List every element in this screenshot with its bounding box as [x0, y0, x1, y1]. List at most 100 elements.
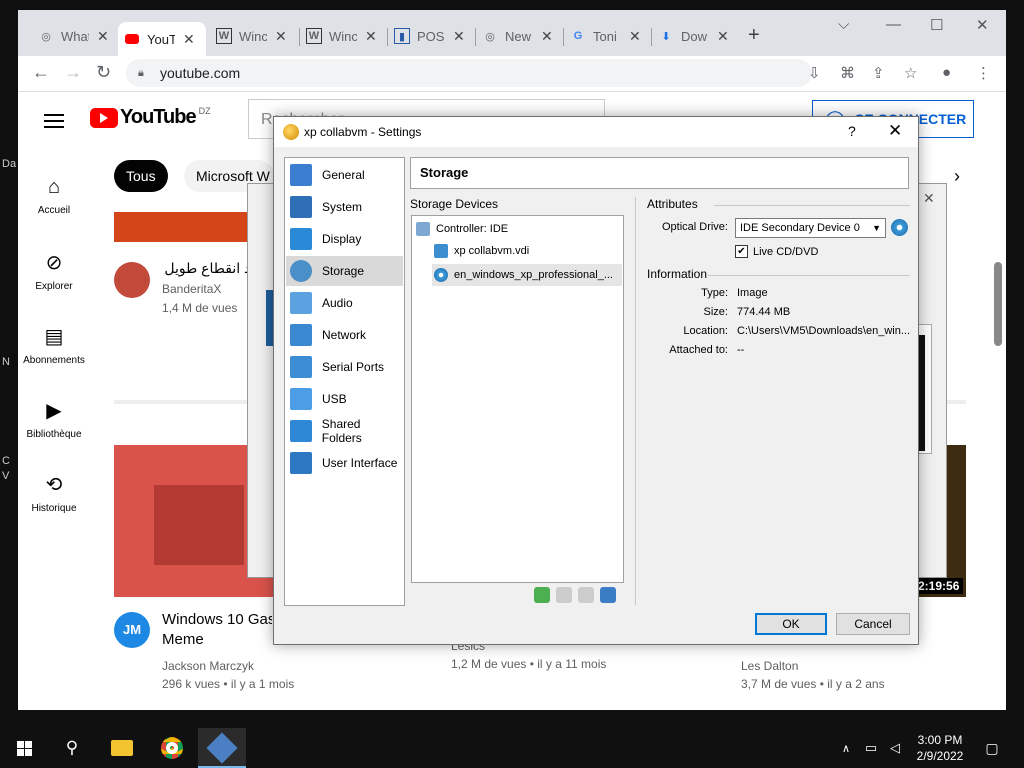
splitter[interactable]	[635, 197, 636, 605]
wikipedia-icon: W	[216, 28, 232, 44]
youtube-logo[interactable]: YouTube DZ	[90, 106, 211, 129]
video-thumbnail[interactable]	[114, 212, 254, 242]
optical-drive-select[interactable]: IDE Secondary Device 0 ▼	[735, 218, 886, 238]
disk-iso[interactable]: en_windows_xp_professional_...	[432, 264, 622, 286]
browser-tab[interactable]: W Winc ✕	[300, 22, 383, 50]
clock-time: 3:00 PM	[917, 733, 963, 747]
cancel-button[interactable]: Cancel	[836, 613, 910, 635]
menu-icon[interactable]: ⋮	[976, 64, 991, 82]
browser-tab[interactable]: ◎ What ✕	[32, 22, 115, 50]
browser-tab[interactable]: G Toni ✕	[564, 22, 647, 50]
tab-title: Toni	[593, 28, 617, 44]
channel-name[interactable]: Les Dalton	[741, 657, 798, 675]
profile-icon[interactable]: ●	[942, 64, 951, 81]
scrollbar-thumb[interactable]	[994, 262, 1002, 346]
category-network[interactable]: Network	[286, 320, 403, 350]
category-serial-ports[interactable]: Serial Ports	[286, 352, 403, 382]
bookmark-star-icon[interactable]: ☆	[904, 64, 917, 82]
chrome-taskbar-icon[interactable]	[148, 728, 196, 768]
browser-tab[interactable]: ▮ POS ✕	[388, 22, 471, 50]
browser-tab[interactable]: ◎ New ✕	[476, 22, 559, 50]
channel-avatar[interactable]	[114, 262, 150, 298]
user-interface-icon	[290, 452, 312, 474]
browser-tab[interactable]: W Winc ✕	[210, 22, 293, 50]
category-usb[interactable]: USB	[286, 384, 403, 414]
channel-avatar[interactable]: JM	[114, 612, 150, 648]
video-title[interactable]: Windows 10 Gas	[162, 610, 272, 630]
category-label: Shared Folders	[321, 417, 362, 445]
ide-controller-icon	[416, 222, 430, 236]
serial-port-icon	[290, 356, 312, 378]
network-icon[interactable]: ▭	[860, 728, 882, 768]
close-tab-icon[interactable]: ✕	[275, 28, 287, 45]
disk-vdi[interactable]: xp collabvm.vdi	[434, 242, 529, 260]
volume-muted-icon[interactable]: ◁	[884, 728, 906, 768]
sidebar-item-explorer[interactable]: ⊘ Explorer	[18, 250, 90, 292]
sidebar-item-abonnements[interactable]: ▤ Abonnements	[18, 324, 90, 366]
chip-tous[interactable]: Tous	[114, 160, 168, 192]
notifications-icon[interactable]: ▢	[980, 728, 1004, 768]
minimize-icon[interactable]: —	[886, 16, 901, 33]
close-tab-icon[interactable]: ✕	[541, 28, 553, 45]
address-bar[interactable]: 🔒︎ youtube.com	[126, 59, 812, 87]
sidebar-item-accueil[interactable]: ⌂ Accueil	[18, 176, 90, 216]
file-explorer-icon[interactable]	[98, 728, 146, 768]
controller-ide[interactable]: Controller: IDE	[416, 220, 508, 238]
close-tab-icon[interactable]: ✕	[183, 31, 195, 48]
virtualbox-taskbar-icon[interactable]	[198, 728, 246, 768]
sidebar-item-historique[interactable]: ⟲ Historique	[18, 472, 90, 514]
choose-disk-button[interactable]	[891, 219, 908, 236]
channel-name[interactable]: Jackson Marczyk	[162, 657, 254, 675]
start-button[interactable]	[0, 728, 48, 768]
category-general[interactable]: General	[286, 160, 403, 190]
maximize-icon[interactable]: ☐	[930, 16, 943, 34]
video-title-line2[interactable]: Meme	[162, 630, 204, 650]
tab-search-icon[interactable]: ⌵	[838, 16, 849, 33]
back-icon[interactable]: ←	[32, 62, 50, 83]
clock[interactable]: 3:00 PM 2/9/2022	[910, 732, 970, 764]
add-attachment-icon[interactable]	[578, 587, 594, 603]
install-icon[interactable]: ⇩	[808, 64, 821, 82]
close-tab-icon[interactable]: ✕	[717, 28, 729, 45]
chrome-icon: ◎	[41, 30, 51, 43]
browser-tab[interactable]: ⬇ Dow ✕	[652, 22, 735, 50]
close-dialog-button[interactable]: ✕	[888, 121, 902, 141]
remove-controller-icon[interactable]	[556, 587, 572, 603]
search-icon[interactable]: ⚲	[48, 728, 96, 768]
sidebar-item-bibliotheque[interactable]: ▶ Bibliothèque	[18, 398, 90, 440]
category-shared-folders[interactable]: Shared Folders	[286, 416, 403, 446]
share-icon[interactable]: ⇪	[872, 64, 885, 82]
live-cd-checkbox[interactable]: ✔	[735, 245, 748, 258]
storage-devices-label: Storage Devices	[410, 197, 499, 211]
ok-button[interactable]: OK	[755, 613, 827, 635]
category-storage[interactable]: Storage	[286, 256, 403, 286]
category-system[interactable]: System	[286, 192, 403, 222]
forward-icon[interactable]: →	[64, 62, 82, 83]
virtualbox-gear-icon	[283, 124, 299, 140]
hamburger-menu-icon[interactable]	[44, 110, 64, 132]
help-button[interactable]: ?	[848, 123, 856, 139]
remove-attachment-icon[interactable]	[600, 587, 616, 603]
browser-tab-active[interactable]: YouT ✕	[118, 22, 206, 56]
wikipedia-icon: W	[306, 28, 322, 44]
category-display[interactable]: Display	[286, 224, 403, 254]
category-audio[interactable]: Audio	[286, 288, 403, 318]
close-tab-icon[interactable]: ✕	[365, 28, 377, 45]
info-size-label: Size:	[703, 306, 728, 318]
close-window-icon[interactable]: ✕	[976, 16, 989, 34]
close-tab-icon[interactable]: ✕	[453, 28, 465, 45]
translate-icon[interactable]: ⌘	[840, 64, 855, 82]
category-user-interface[interactable]: User Interface	[286, 448, 403, 478]
info-type-label: Type:	[701, 287, 728, 299]
new-tab-button[interactable]: +	[748, 24, 760, 47]
close-tab-icon[interactable]: ✕	[97, 28, 109, 45]
chevron-right-icon[interactable]: ›	[954, 166, 960, 187]
sidebar-label: Explorer	[35, 281, 73, 292]
chevron-up-icon[interactable]: ∧	[836, 728, 856, 768]
add-controller-icon[interactable]	[534, 587, 550, 603]
reload-icon[interactable]: ↻	[96, 62, 111, 83]
close-icon[interactable]: ✕	[923, 190, 935, 207]
page-title: Storage	[410, 157, 909, 189]
close-tab-icon[interactable]: ✕	[629, 28, 641, 45]
channel-name[interactable]: BanderitaX	[162, 280, 221, 298]
